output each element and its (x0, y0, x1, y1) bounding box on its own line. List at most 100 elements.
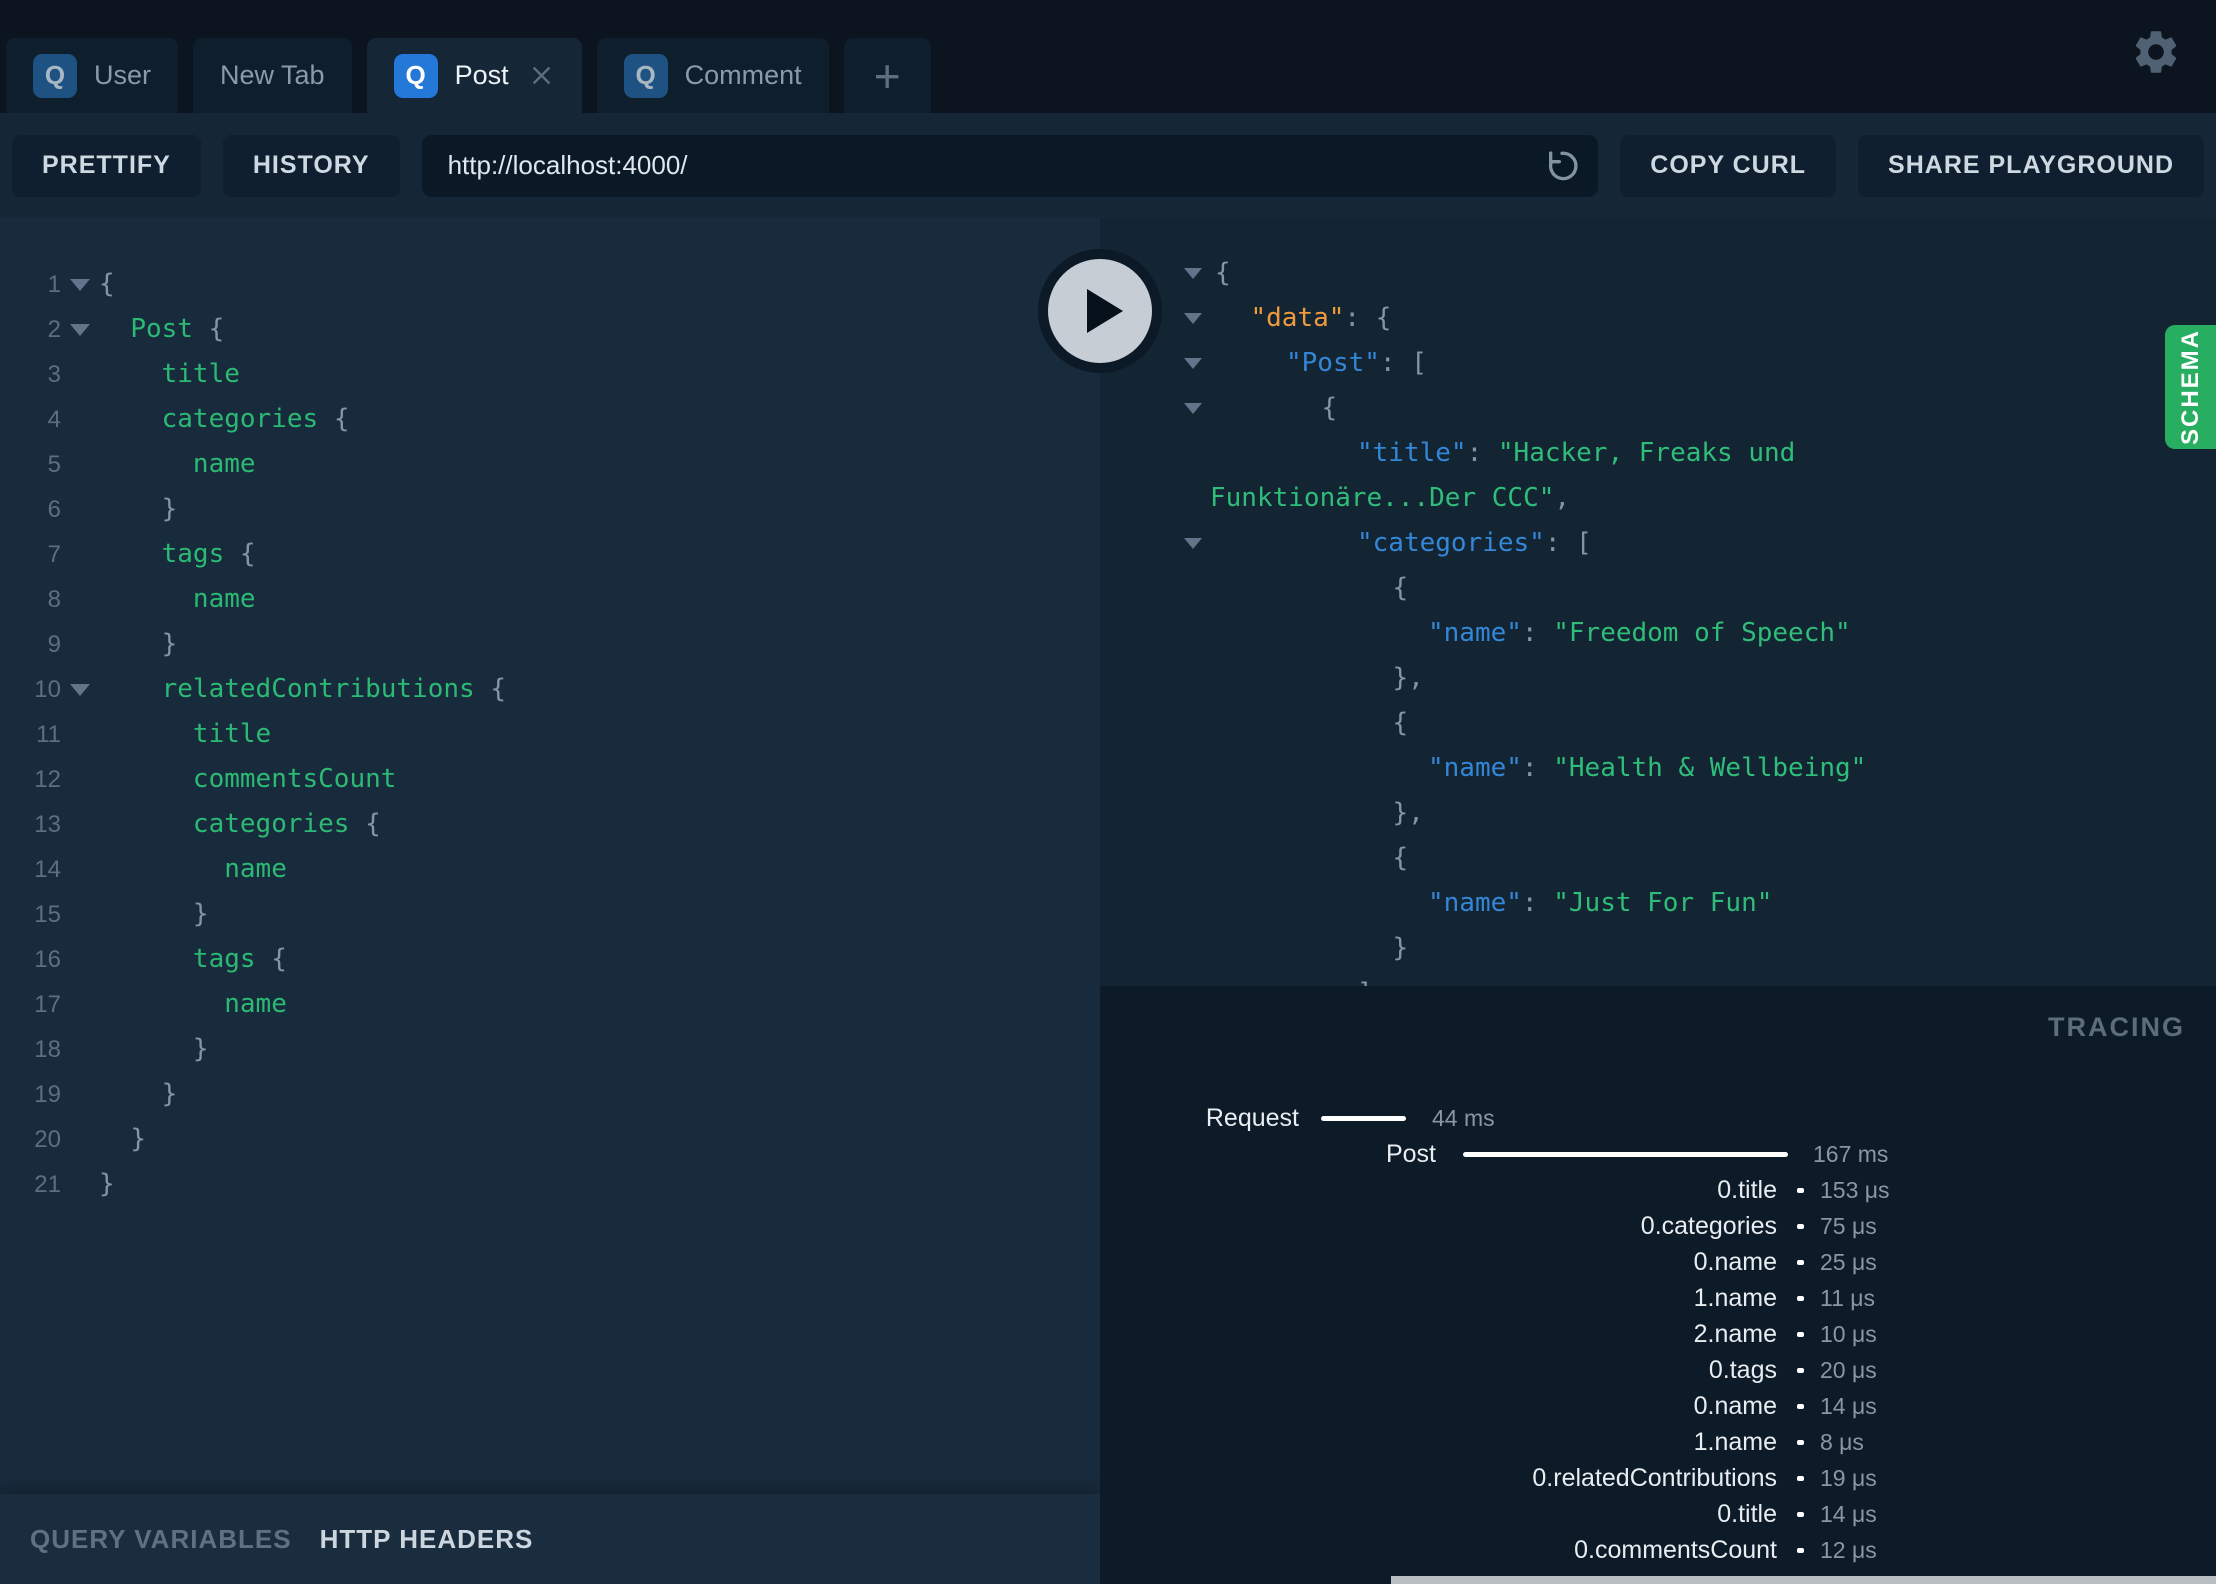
trace-value: 25 μs (1820, 1248, 1877, 1275)
line-number: 13 (34, 811, 61, 838)
code-text: categories { (161, 404, 350, 434)
settings-gear-icon[interactable] (2130, 26, 2182, 78)
trace-row: 0.commentsCount 12 μs (1100, 1532, 2216, 1568)
response-text: ] (1215, 971, 1373, 986)
code-line: 3 title (0, 352, 1100, 397)
collapse-arrow-icon[interactable] (1184, 403, 1215, 414)
code-line: 17 name (0, 982, 1100, 1027)
trace-value: 14 μs (1820, 1500, 1877, 1527)
code-text: relatedContributions { (161, 674, 507, 704)
trace-value: 75 μs (1820, 1212, 1877, 1239)
response-pane: {"data": {"Post": [{"title": "Hacker, Fr… (1038, 218, 2216, 1584)
reload-schema-icon[interactable] (1542, 146, 1582, 186)
play-icon (1087, 289, 1123, 333)
code-line: 20 } (0, 1117, 1100, 1162)
share-playground-button[interactable]: SHARE PLAYGROUND (1858, 134, 2204, 197)
collapse-arrow-icon[interactable] (1184, 268, 1215, 279)
history-button[interactable]: HISTORY (222, 134, 400, 197)
fold-arrow-icon[interactable] (61, 323, 99, 336)
line-number: 10 (34, 676, 61, 703)
line-number: 12 (34, 766, 61, 793)
collapse-arrow-icon[interactable] (1184, 538, 1215, 549)
code-text: name (192, 449, 256, 479)
code-line: 11 title (0, 712, 1100, 757)
line-number: 18 (34, 1036, 61, 1063)
tab-new-tab[interactable]: New Tab (193, 38, 352, 113)
code-text: title (161, 359, 240, 389)
response-text: "title": "Hacker, Freaks und (1357, 438, 1796, 468)
response-line: { (1100, 836, 2216, 881)
code-text: } (192, 899, 209, 929)
endpoint-input[interactable]: http://localhost:4000/ (421, 134, 1599, 197)
fold-arrow-icon[interactable] (61, 278, 99, 291)
response-line: } (1100, 926, 2216, 971)
response-line: }, (1100, 791, 2216, 836)
trace-row: 0.relatedContributions 19 μs (1100, 1460, 2216, 1496)
line-number: 1 (47, 271, 61, 298)
line-number: 3 (47, 361, 61, 388)
tab-post[interactable]: Q Post (366, 38, 582, 113)
code-text: Post { (130, 314, 225, 344)
collapse-arrow-icon[interactable] (1184, 313, 1215, 324)
code-text: } (161, 494, 178, 524)
tab-comment[interactable]: Q Comment (596, 38, 829, 113)
endpoint-url: http://localhost:4000/ (447, 150, 688, 180)
response-line: }, (1100, 656, 2216, 701)
response-line: "name": "Freedom of Speech" (1100, 611, 2216, 656)
response-line: Funktionäre...Der CCC", (1100, 476, 2216, 521)
horizontal-scrollbar[interactable] (1391, 1576, 2216, 1584)
trace-row: 0.title 153 μs (1100, 1172, 2216, 1208)
trace-label: 0.commentsCount (1574, 1535, 1777, 1564)
collapse-arrow-icon[interactable] (1184, 358, 1215, 369)
code-line: 9 } (0, 622, 1100, 667)
query-badge: Q (393, 53, 438, 98)
trace-dash-icon (1797, 1439, 1804, 1445)
tab-user[interactable]: Q User (6, 38, 179, 113)
query-code[interactable]: 1{2 Post {3 title 4 categories {5 name 6 }… (0, 218, 1100, 1207)
close-tab-icon[interactable] (528, 62, 555, 89)
query-variables-tab[interactable]: QUERY VARIABLES (30, 1524, 292, 1555)
trace-value: 12 μs (1820, 1536, 1877, 1563)
trace-row: 0.categories 75 μs (1100, 1208, 2216, 1244)
tab-label: User (94, 60, 152, 90)
http-headers-tab[interactable]: HTTP HEADERS (320, 1524, 534, 1555)
response-line: "name": "Just For Fun" (1100, 881, 2216, 926)
trace-value: 11 μs (1820, 1284, 1876, 1311)
trace-label: Post (1385, 1139, 1436, 1168)
response-text: } (1392, 933, 1409, 963)
line-number: 16 (34, 946, 61, 973)
code-text: commentsCount (192, 764, 397, 794)
code-line: 13 categories { (0, 802, 1100, 847)
trace-value: 20 μs (1820, 1356, 1877, 1383)
code-line: 6 } (0, 487, 1100, 532)
line-number: 7 (47, 541, 61, 568)
response-text: "data": { (1250, 303, 1392, 333)
response-line: "name": "Health & Wellbeing" (1100, 746, 2216, 791)
trace-dash-icon (1797, 1331, 1804, 1337)
trace-bar (1463, 1151, 1788, 1157)
schema-tab[interactable]: SCHEMA (2165, 325, 2216, 449)
trace-label: 0.relatedContributions (1532, 1463, 1777, 1492)
response-text: "categories": [ (1357, 528, 1592, 558)
execute-query-button[interactable] (1038, 249, 1162, 373)
add-tab-button[interactable]: + (843, 38, 931, 113)
tab-list: Q User New Tab Q Post Q Comment (6, 38, 844, 113)
code-line: 18 } (0, 1027, 1100, 1072)
response-text: { (1321, 393, 1338, 423)
trace-dash-icon (1797, 1511, 1804, 1517)
prettify-button[interactable]: PRETTIFY (12, 134, 201, 197)
code-text: name (224, 854, 287, 884)
response-text: "name": "Freedom of Speech" (1428, 618, 1851, 648)
trace-dash-icon (1797, 1403, 1804, 1409)
trace-value: 167 ms (1813, 1140, 1889, 1167)
trace-label: 0.title (1717, 1175, 1777, 1204)
fold-arrow-icon[interactable] (61, 683, 99, 696)
trace-value: 10 μs (1820, 1320, 1877, 1347)
code-line: 5 name (0, 442, 1100, 487)
line-number: 8 (47, 586, 61, 613)
response-line: { (1100, 386, 2216, 431)
query-editor-pane[interactable]: 1{2 Post {3 title 4 categories {5 name 6 }… (0, 218, 1100, 1584)
trace-value: 8 μs (1820, 1428, 1864, 1455)
copy-curl-button[interactable]: COPY CURL (1620, 134, 1837, 197)
line-number: 19 (34, 1081, 61, 1108)
